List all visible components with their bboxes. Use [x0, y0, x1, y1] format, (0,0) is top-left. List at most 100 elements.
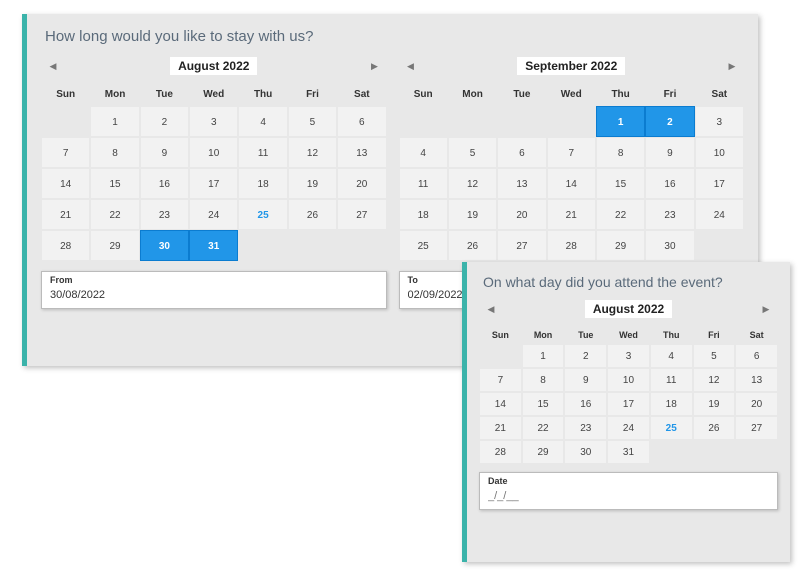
- calendar-day[interactable]: 30: [140, 230, 189, 261]
- calendar-day[interactable]: 17: [189, 168, 238, 199]
- calendar-day[interactable]: 24: [695, 199, 744, 230]
- calendar-day[interactable]: 29: [522, 440, 565, 464]
- calendar-day[interactable]: 13: [497, 168, 546, 199]
- calendar-day[interactable]: 31: [189, 230, 238, 261]
- calendar-day[interactable]: 9: [140, 137, 189, 168]
- calendar-day[interactable]: 19: [448, 199, 497, 230]
- calendar-day[interactable]: 25: [399, 230, 448, 261]
- calendar-day[interactable]: 9: [564, 368, 607, 392]
- prev-month-icon[interactable]: ◀: [45, 61, 61, 72]
- calendar-day[interactable]: 16: [564, 392, 607, 416]
- calendar-day[interactable]: 26: [288, 199, 337, 230]
- calendar-day[interactable]: 30: [564, 440, 607, 464]
- calendar-day[interactable]: 6: [337, 106, 386, 137]
- calendar-day[interactable]: 28: [41, 230, 90, 261]
- calendar-day[interactable]: 22: [522, 416, 565, 440]
- calendar-day[interactable]: 25: [238, 199, 287, 230]
- calendar-day[interactable]: 28: [479, 440, 522, 464]
- calendar-day[interactable]: 27: [337, 199, 386, 230]
- calendar-day[interactable]: 10: [607, 368, 650, 392]
- calendar-day[interactable]: 1: [90, 106, 139, 137]
- from-input[interactable]: [50, 289, 378, 301]
- calendar-day[interactable]: 20: [337, 168, 386, 199]
- calendar-day[interactable]: 26: [693, 416, 736, 440]
- calendar-day[interactable]: 12: [288, 137, 337, 168]
- calendar-day[interactable]: 5: [693, 344, 736, 368]
- calendar-day[interactable]: 22: [90, 199, 139, 230]
- calendar-day[interactable]: 21: [41, 199, 90, 230]
- calendar-day[interactable]: 3: [189, 106, 238, 137]
- calendar-day[interactable]: 1: [596, 106, 645, 137]
- calendar-day[interactable]: 20: [497, 199, 546, 230]
- calendar-day[interactable]: 10: [695, 137, 744, 168]
- calendar-day[interactable]: 2: [140, 106, 189, 137]
- calendar-day[interactable]: 13: [735, 368, 778, 392]
- calendar-day[interactable]: 8: [596, 137, 645, 168]
- calendar-day[interactable]: 17: [695, 168, 744, 199]
- calendar-day[interactable]: 16: [645, 168, 694, 199]
- calendar-day[interactable]: 21: [479, 416, 522, 440]
- calendar-day[interactable]: 22: [596, 199, 645, 230]
- calendar-day[interactable]: 23: [564, 416, 607, 440]
- calendar-day[interactable]: 15: [522, 392, 565, 416]
- calendar-day[interactable]: 2: [564, 344, 607, 368]
- calendar-day[interactable]: 24: [189, 199, 238, 230]
- calendar-day[interactable]: 28: [547, 230, 596, 261]
- date-input[interactable]: [488, 490, 769, 502]
- calendar-day[interactable]: 29: [90, 230, 139, 261]
- calendar-day[interactable]: 14: [479, 392, 522, 416]
- calendar-day[interactable]: 7: [41, 137, 90, 168]
- calendar-day[interactable]: 15: [90, 168, 139, 199]
- calendar-day[interactable]: 4: [238, 106, 287, 137]
- next-month-icon[interactable]: ▶: [758, 304, 774, 315]
- calendar-day[interactable]: 30: [645, 230, 694, 261]
- calendar-day[interactable]: 14: [547, 168, 596, 199]
- calendar-day[interactable]: 11: [399, 168, 448, 199]
- calendar-day[interactable]: 11: [238, 137, 287, 168]
- calendar-day[interactable]: 23: [645, 199, 694, 230]
- calendar-day[interactable]: 21: [547, 199, 596, 230]
- calendar-day[interactable]: 27: [735, 416, 778, 440]
- calendar-day[interactable]: 13: [337, 137, 386, 168]
- calendar-day[interactable]: 14: [41, 168, 90, 199]
- calendar-day[interactable]: 7: [547, 137, 596, 168]
- calendar-day[interactable]: 8: [90, 137, 139, 168]
- calendar-day[interactable]: 27: [497, 230, 546, 261]
- calendar-day[interactable]: 5: [448, 137, 497, 168]
- calendar-day[interactable]: 3: [607, 344, 650, 368]
- calendar-day[interactable]: 17: [607, 392, 650, 416]
- calendar-day[interactable]: 5: [288, 106, 337, 137]
- date-field[interactable]: Date: [479, 472, 778, 510]
- calendar-day[interactable]: 10: [189, 137, 238, 168]
- calendar-day[interactable]: 18: [399, 199, 448, 230]
- calendar-day[interactable]: 2: [645, 106, 694, 137]
- calendar-day[interactable]: 11: [650, 368, 693, 392]
- calendar-day[interactable]: 18: [238, 168, 287, 199]
- calendar-day[interactable]: 6: [497, 137, 546, 168]
- calendar-day[interactable]: 26: [448, 230, 497, 261]
- calendar-day[interactable]: 16: [140, 168, 189, 199]
- calendar-day[interactable]: 29: [596, 230, 645, 261]
- calendar-day[interactable]: 24: [607, 416, 650, 440]
- calendar-day[interactable]: 6: [735, 344, 778, 368]
- from-field[interactable]: From: [41, 271, 387, 309]
- calendar-day[interactable]: 25: [650, 416, 693, 440]
- calendar-day[interactable]: 15: [596, 168, 645, 199]
- calendar-day[interactable]: 12: [693, 368, 736, 392]
- calendar-day[interactable]: 4: [650, 344, 693, 368]
- calendar-day[interactable]: 19: [693, 392, 736, 416]
- calendar-day[interactable]: 19: [288, 168, 337, 199]
- prev-month-icon[interactable]: ◀: [403, 61, 419, 72]
- calendar-day[interactable]: 4: [399, 137, 448, 168]
- calendar-day[interactable]: 31: [607, 440, 650, 464]
- calendar-day[interactable]: 1: [522, 344, 565, 368]
- calendar-day[interactable]: 7: [479, 368, 522, 392]
- calendar-day[interactable]: 3: [695, 106, 744, 137]
- calendar-day[interactable]: 9: [645, 137, 694, 168]
- calendar-day[interactable]: 8: [522, 368, 565, 392]
- next-month-icon[interactable]: ▶: [366, 61, 382, 72]
- calendar-day[interactable]: 23: [140, 199, 189, 230]
- prev-month-icon[interactable]: ◀: [483, 304, 499, 315]
- next-month-icon[interactable]: ▶: [724, 61, 740, 72]
- calendar-day[interactable]: 20: [735, 392, 778, 416]
